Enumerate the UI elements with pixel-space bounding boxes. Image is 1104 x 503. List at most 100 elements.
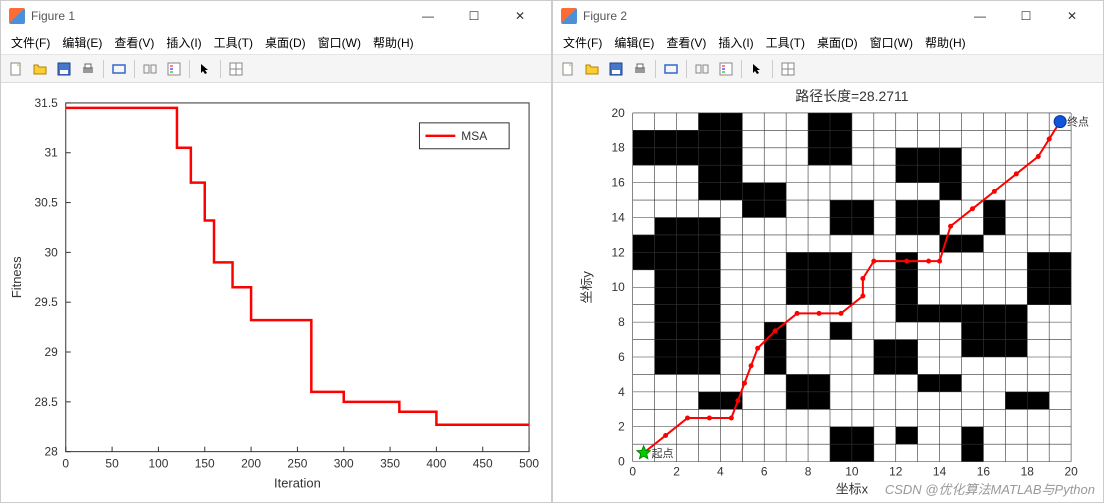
svg-text:起点: 起点 xyxy=(652,447,674,460)
svg-text:14: 14 xyxy=(933,465,947,479)
window-title: Figure 1 xyxy=(31,9,405,23)
separator xyxy=(103,60,104,78)
zoom-icon[interactable] xyxy=(660,58,682,80)
maximize-button[interactable]: ☐ xyxy=(1003,1,1049,31)
svg-text:8: 8 xyxy=(618,315,625,329)
svg-text:10: 10 xyxy=(845,465,859,479)
svg-text:350: 350 xyxy=(380,457,400,471)
menu-window[interactable]: 窗口(W) xyxy=(312,32,367,53)
menu-edit[interactable]: 编辑(E) xyxy=(56,32,108,53)
save-icon[interactable] xyxy=(605,58,627,80)
svg-text:0: 0 xyxy=(618,455,625,469)
svg-text:29.5: 29.5 xyxy=(35,295,59,309)
zoom-icon[interactable] xyxy=(108,58,130,80)
minimize-button[interactable]: — xyxy=(405,1,451,31)
svg-text:路径长度=28.2711: 路径长度=28.2711 xyxy=(795,88,908,104)
svg-text:终点: 终点 xyxy=(1067,115,1089,129)
save-icon[interactable] xyxy=(53,58,75,80)
grid-icon[interactable] xyxy=(225,58,247,80)
window-controls: — ☐ ✕ xyxy=(405,1,543,31)
menu-file[interactable]: 文件(F) xyxy=(557,32,608,53)
svg-text:20: 20 xyxy=(1064,465,1078,479)
new-icon[interactable] xyxy=(557,58,579,80)
menu-insert[interactable]: 插入(I) xyxy=(160,32,207,53)
svg-text:250: 250 xyxy=(287,457,307,471)
menu-file[interactable]: 文件(F) xyxy=(5,32,56,53)
svg-text:4: 4 xyxy=(717,465,724,479)
separator xyxy=(772,60,773,78)
print-icon[interactable] xyxy=(629,58,651,80)
separator xyxy=(189,60,190,78)
close-button[interactable]: ✕ xyxy=(1049,1,1095,31)
svg-text:28.5: 28.5 xyxy=(35,395,59,409)
menu-desktop[interactable]: 桌面(D) xyxy=(259,32,312,53)
menu-help[interactable]: 帮助(H) xyxy=(919,32,972,53)
menu-tools[interactable]: 工具(T) xyxy=(208,32,259,53)
separator xyxy=(134,60,135,78)
svg-text:100: 100 xyxy=(148,457,168,471)
svg-text:30.5: 30.5 xyxy=(35,196,59,210)
link-icon[interactable] xyxy=(691,58,713,80)
legend-icon[interactable] xyxy=(163,58,185,80)
svg-text:0: 0 xyxy=(629,465,636,479)
menu-view[interactable]: 查看(V) xyxy=(660,32,712,53)
pointer-icon[interactable] xyxy=(746,58,768,80)
toolbar xyxy=(553,55,1103,83)
svg-text:31.5: 31.5 xyxy=(35,96,59,110)
svg-text:Fitness: Fitness xyxy=(9,256,24,298)
svg-text:400: 400 xyxy=(426,457,446,471)
svg-text:50: 50 xyxy=(105,457,119,471)
open-icon[interactable] xyxy=(29,58,51,80)
svg-text:20: 20 xyxy=(611,106,625,120)
svg-text:12: 12 xyxy=(611,245,625,259)
svg-text:2: 2 xyxy=(618,420,625,434)
menu-window[interactable]: 窗口(W) xyxy=(864,32,919,53)
legend-icon[interactable] xyxy=(715,58,737,80)
titlebar: Figure 2 — ☐ ✕ xyxy=(553,1,1103,31)
separator xyxy=(220,60,221,78)
link-icon[interactable] xyxy=(139,58,161,80)
window-title: Figure 2 xyxy=(583,9,957,23)
svg-text:300: 300 xyxy=(334,457,354,471)
close-button[interactable]: ✕ xyxy=(497,1,543,31)
pointer-icon[interactable] xyxy=(194,58,216,80)
grid-icon[interactable] xyxy=(777,58,799,80)
menu-desktop[interactable]: 桌面(D) xyxy=(811,32,864,53)
figure-1-window: Figure 1 — ☐ ✕ 文件(F) 编辑(E) 查看(V) 插入(I) 工… xyxy=(0,0,552,503)
separator xyxy=(741,60,742,78)
minimize-button[interactable]: — xyxy=(957,1,1003,31)
print-icon[interactable] xyxy=(77,58,99,80)
menu-edit[interactable]: 编辑(E) xyxy=(608,32,660,53)
new-icon[interactable] xyxy=(5,58,27,80)
svg-text:450: 450 xyxy=(473,457,493,471)
matlab-icon xyxy=(561,8,577,24)
svg-text:150: 150 xyxy=(195,457,215,471)
matlab-icon xyxy=(9,8,25,24)
svg-text:12: 12 xyxy=(889,465,903,479)
svg-text:29: 29 xyxy=(45,345,59,359)
svg-text:30: 30 xyxy=(45,245,59,259)
menu-tools[interactable]: 工具(T) xyxy=(760,32,811,53)
figure-2-window: Figure 2 — ☐ ✕ 文件(F) 编辑(E) 查看(V) 插入(I) 工… xyxy=(552,0,1104,503)
menubar: 文件(F) 编辑(E) 查看(V) 插入(I) 工具(T) 桌面(D) 窗口(W… xyxy=(553,31,1103,55)
svg-text:10: 10 xyxy=(611,280,625,294)
svg-text:31: 31 xyxy=(45,146,59,160)
svg-text:6: 6 xyxy=(618,350,625,364)
window-controls: — ☐ ✕ xyxy=(957,1,1095,31)
svg-text:18: 18 xyxy=(1021,465,1035,479)
chart-1: 0501001502002503003504004505002828.52929… xyxy=(1,83,551,502)
menu-help[interactable]: 帮助(H) xyxy=(367,32,420,53)
separator xyxy=(686,60,687,78)
plot-area-1[interactable]: 0501001502002503003504004505002828.52929… xyxy=(1,83,551,502)
menu-insert[interactable]: 插入(I) xyxy=(712,32,759,53)
plot-area-2[interactable]: 路径长度=28.27110246810121416182002468101214… xyxy=(553,83,1103,502)
svg-text:坐标x: 坐标x xyxy=(836,481,869,496)
separator xyxy=(655,60,656,78)
maximize-button[interactable]: ☐ xyxy=(451,1,497,31)
menu-view[interactable]: 查看(V) xyxy=(108,32,160,53)
svg-text:2: 2 xyxy=(673,465,680,479)
svg-text:8: 8 xyxy=(805,465,812,479)
open-icon[interactable] xyxy=(581,58,603,80)
svg-text:200: 200 xyxy=(241,457,261,471)
svg-text:4: 4 xyxy=(618,385,625,399)
